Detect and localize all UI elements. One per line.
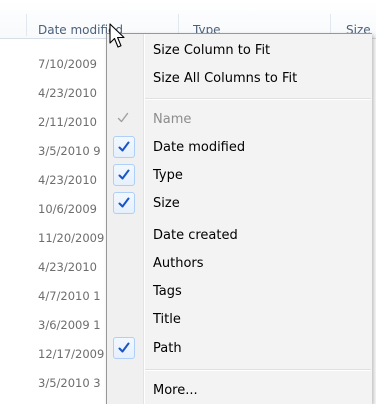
menu-item-label: Size Column to Fit <box>153 43 271 58</box>
menu-separator <box>145 369 371 371</box>
menu-item-authors[interactable]: Authors <box>107 251 373 277</box>
menu-item-tags[interactable]: Tags <box>107 279 373 305</box>
menu-item-date-modified[interactable]: Date modified <box>107 135 373 161</box>
list-item[interactable]: 3/6/2009 1 <box>38 316 108 334</box>
list-item[interactable]: 4/7/2010 1 <box>38 287 108 305</box>
menu-item-label: Type <box>153 168 183 183</box>
menu-item-label: Name <box>153 112 192 127</box>
list-item[interactable]: 4/23/2010 <box>38 258 108 276</box>
menu-item-label: Title <box>153 312 181 327</box>
list-item[interactable]: 4/23/2010 <box>38 171 108 189</box>
menu-item-size-column-to-fit[interactable]: Size Column to Fit <box>107 38 373 64</box>
list-item[interactable]: 11/20/2009 <box>38 229 108 247</box>
checkmark-icon <box>113 108 135 130</box>
column-context-menu: Size Column to Fit Size All Columns to Fi… <box>106 33 372 404</box>
menu-item-label: Date modified <box>153 140 246 155</box>
menu-item-label: Tags <box>153 284 182 299</box>
menu-item-size-all-columns-to-fit[interactable]: Size All Columns to Fit <box>107 66 373 92</box>
list-item[interactable]: 3/5/2010 3 <box>38 374 108 392</box>
menu-item-label: Date created <box>153 228 238 243</box>
mouse-pointer-icon <box>109 23 125 48</box>
menu-item-label: Size <box>153 196 180 211</box>
list-item[interactable]: 3/5/2010 9 <box>38 142 108 160</box>
checkmark-icon <box>113 164 135 186</box>
menu-item-name: Name <box>107 107 373 133</box>
menu-item-size[interactable]: Size <box>107 191 373 217</box>
list-item[interactable]: 7/10/2009 <box>38 55 108 73</box>
menu-item-more[interactable]: More... <box>107 378 373 404</box>
menu-item-path[interactable]: Path <box>107 336 373 362</box>
list-item[interactable]: 4/23/2010 <box>38 84 108 102</box>
menu-item-label: Size All Columns to Fit <box>153 71 298 86</box>
menu-item-type[interactable]: Type <box>107 163 373 189</box>
checkmark-icon <box>113 136 135 158</box>
menu-item-title[interactable]: Title <box>107 307 373 333</box>
menu-item-label: Path <box>153 341 182 356</box>
checkmark-icon <box>113 337 135 359</box>
menu-separator <box>145 98 371 100</box>
menu-item-label: More... <box>153 383 198 398</box>
menu-item-label: Authors <box>153 256 204 271</box>
list-item[interactable]: 12/17/2009 <box>38 345 108 363</box>
list-item[interactable]: 10/6/2009 <box>38 200 108 218</box>
list-item[interactable]: 2/11/2010 <box>38 113 108 131</box>
column-separator[interactable] <box>26 14 27 36</box>
menu-item-date-created[interactable]: Date created <box>107 223 373 249</box>
checkmark-icon <box>113 192 135 214</box>
